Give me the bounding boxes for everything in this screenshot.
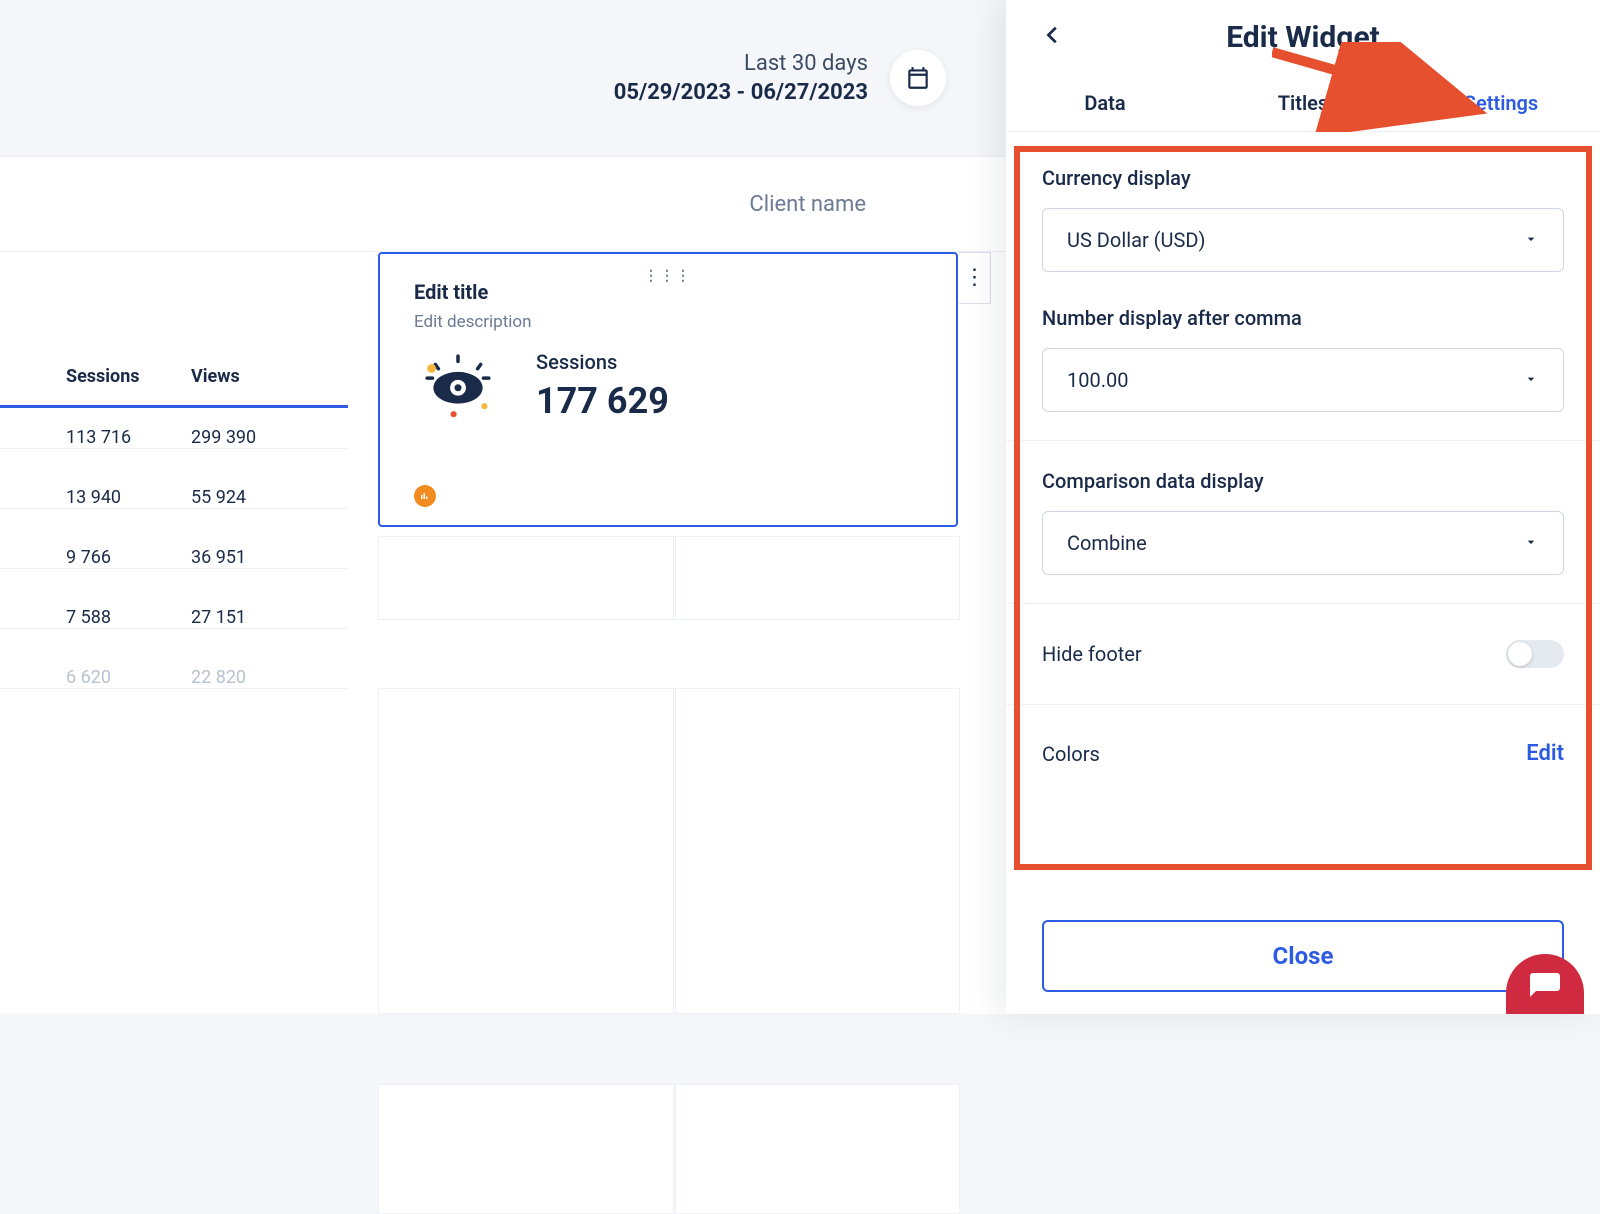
back-button[interactable]	[1042, 24, 1064, 50]
cell-sessions: 7 588	[0, 607, 155, 629]
metrics-table: Sessions Views 113 716 299 390 13 940 55…	[0, 348, 348, 708]
hide-footer-section: Hide footer	[1006, 604, 1600, 705]
calendar-icon	[905, 65, 931, 91]
panel-header: Edit Widget	[1006, 0, 1600, 74]
tab-settings[interactable]: Settings	[1402, 74, 1600, 131]
chevron-down-icon	[1523, 368, 1539, 392]
main-area: Last 30 days 05/29/2023 - 06/27/2023 Cli…	[0, 0, 1006, 1014]
last-30-days-label: Last 30 days	[614, 51, 868, 76]
empty-cell[interactable]	[378, 1084, 674, 1214]
dashboard-canvas: Sessions Views 113 716 299 390 13 940 55…	[0, 252, 1006, 1014]
panel-tabs: Data Titles Settings	[1006, 74, 1600, 132]
drag-handle-icon[interactable]: ⋮⋮⋮	[644, 268, 692, 284]
cell-sessions: 9 766	[0, 547, 155, 569]
col-views: Views	[155, 366, 348, 387]
empty-cell[interactable]	[378, 536, 674, 620]
table-row: 113 716 299 390	[0, 408, 348, 468]
comparison-label: Comparison data display	[1042, 469, 1564, 493]
colors-edit-link[interactable]: Edit	[1526, 741, 1564, 766]
cell-views: 299 390	[155, 427, 348, 449]
chat-icon	[1527, 970, 1563, 1006]
calendar-button[interactable]	[890, 50, 946, 106]
number-value: 100.00	[1067, 368, 1128, 392]
cell-views: 55 924	[155, 487, 348, 509]
tab-titles[interactable]: Titles	[1204, 74, 1402, 131]
client-name-label[interactable]: Client name	[749, 192, 866, 217]
table-header-row: Sessions Views	[0, 348, 348, 408]
comparison-select[interactable]: Combine	[1042, 511, 1564, 575]
cell-views: 27 151	[155, 607, 348, 629]
table-row: 13 940 55 924	[0, 468, 348, 528]
currency-value: US Dollar (USD)	[1067, 228, 1205, 252]
close-button[interactable]: Close	[1042, 920, 1564, 992]
number-label: Number display after comma	[1042, 306, 1564, 330]
number-select[interactable]: 100.00	[1042, 348, 1564, 412]
hide-footer-label: Hide footer	[1042, 642, 1142, 666]
more-vertical-icon: ⋮	[964, 267, 986, 289]
widget-card[interactable]: ⋮⋮⋮ Edit title Edit description	[378, 252, 958, 527]
empty-cell[interactable]	[378, 688, 674, 1014]
col-sessions: Sessions	[0, 366, 155, 387]
eye-icon	[414, 350, 502, 422]
cell-sessions: 13 940	[0, 487, 155, 509]
date-stack: Last 30 days 05/29/2023 - 06/27/2023	[614, 51, 868, 105]
date-range: 05/29/2023 - 06/27/2023	[614, 80, 868, 105]
hide-footer-toggle[interactable]	[1506, 640, 1564, 668]
table-row: 9 766 36 951	[0, 528, 348, 588]
date-bar: Last 30 days 05/29/2023 - 06/27/2023	[0, 0, 1006, 156]
chevron-down-icon	[1523, 531, 1539, 555]
cell-views: 36 951	[155, 547, 348, 569]
chevron-left-icon	[1042, 24, 1064, 46]
comparison-value: Combine	[1067, 531, 1147, 555]
currency-label: Currency display	[1042, 166, 1564, 190]
table-row: 6 620 22 820	[0, 648, 348, 708]
empty-cell[interactable]	[675, 536, 960, 620]
widget-more-button[interactable]: ⋮	[959, 252, 991, 304]
tab-data[interactable]: Data	[1006, 74, 1204, 131]
colors-section: Colors Edit	[1006, 705, 1600, 802]
cell-sessions: 113 716	[0, 427, 155, 449]
comparison-section: Comparison data display Combine	[1006, 441, 1600, 604]
colors-label: Colors	[1042, 742, 1100, 766]
currency-select[interactable]: US Dollar (USD)	[1042, 208, 1564, 272]
source-icon	[414, 485, 436, 507]
cell-sessions: 6 620	[0, 667, 155, 689]
widget-description[interactable]: Edit description	[414, 312, 922, 332]
metric-label: Sessions	[536, 350, 669, 374]
panel-title: Edit Widget	[1226, 20, 1380, 55]
empty-cell[interactable]	[675, 1084, 960, 1214]
client-row: Client name	[0, 156, 1006, 252]
edit-widget-panel: Edit Widget Data Titles Settings Currenc…	[1006, 0, 1600, 1014]
chevron-down-icon	[1523, 228, 1539, 252]
cell-views: 22 820	[155, 667, 348, 689]
table-row: 7 588 27 151	[0, 588, 348, 648]
currency-section: Currency display US Dollar (USD) Number …	[1006, 132, 1600, 441]
metric-value: 177 629	[536, 380, 669, 422]
empty-cell[interactable]	[675, 688, 960, 1014]
